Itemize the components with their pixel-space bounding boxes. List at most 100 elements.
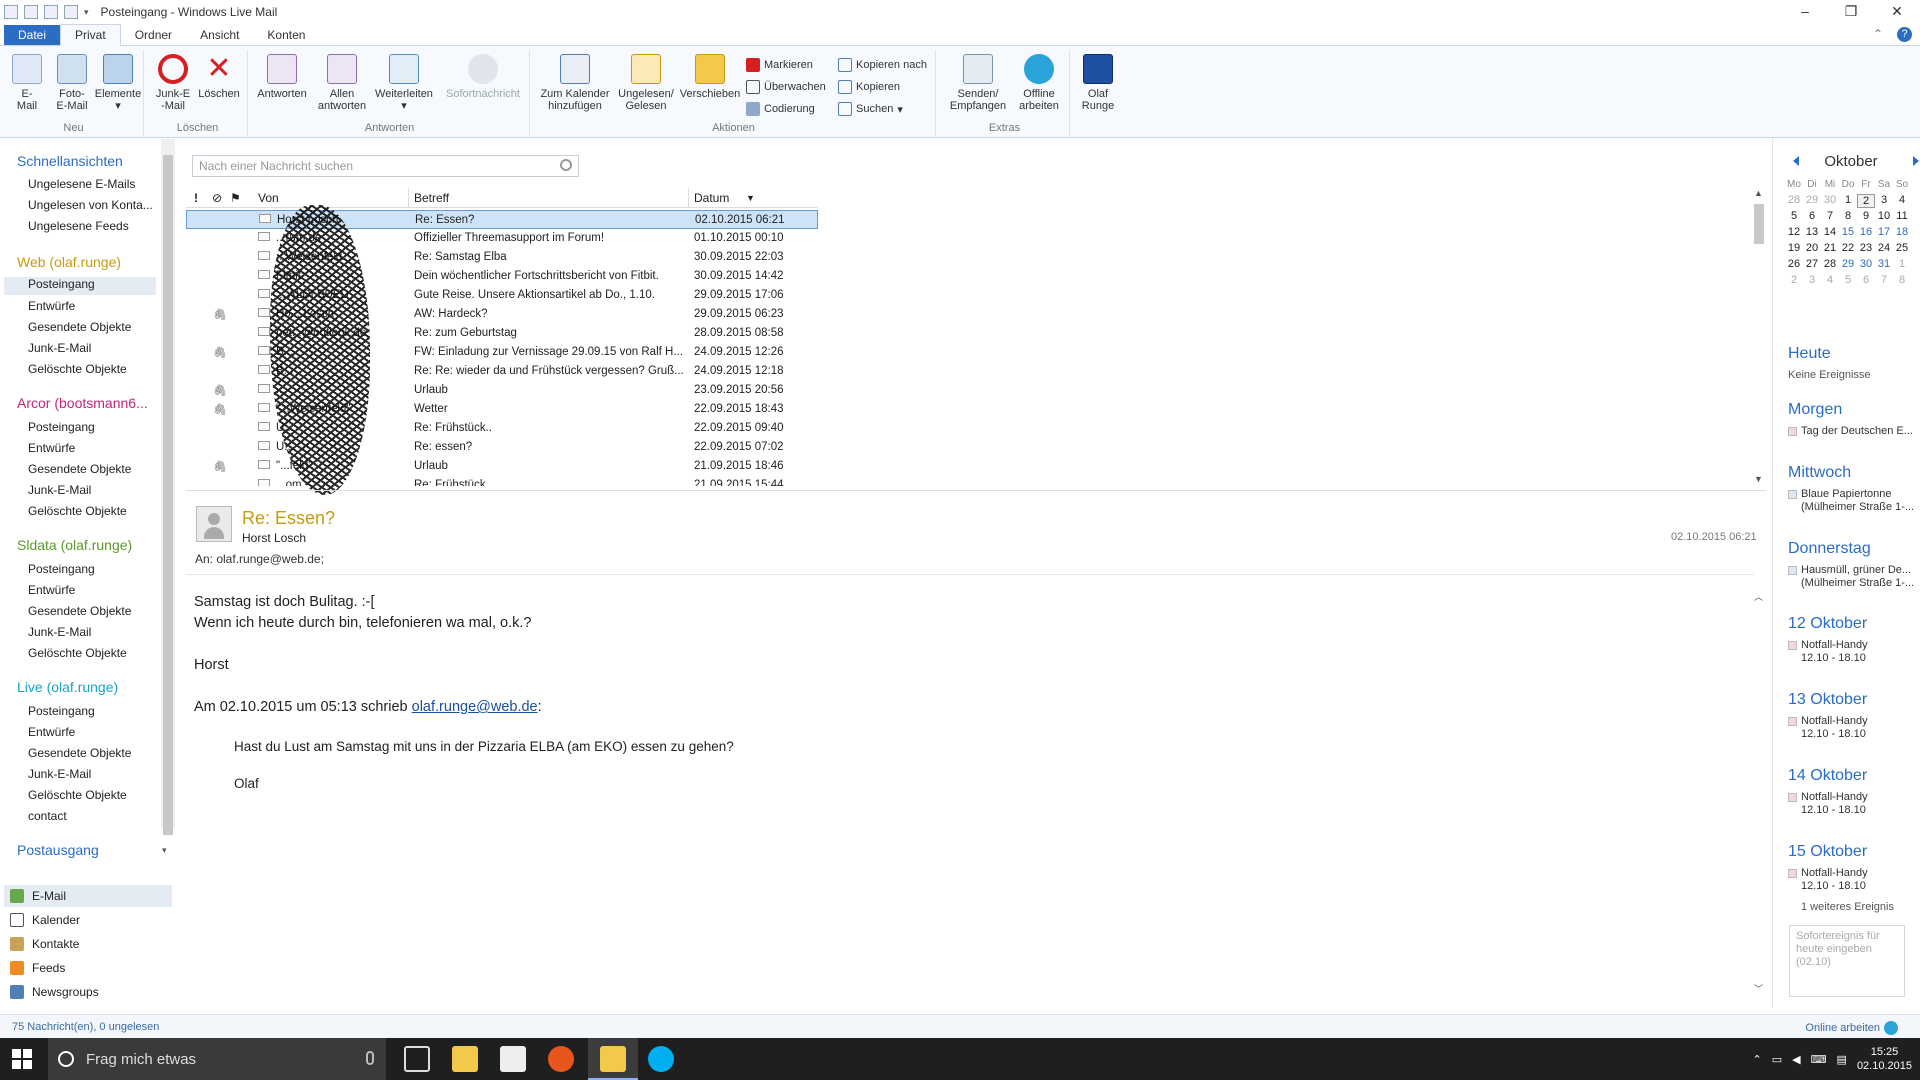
outbox-header[interactable]: Postausgang (17, 842, 99, 858)
nav-contacts[interactable]: Kontakte (4, 933, 172, 955)
table-row[interactable]: Horst LoschRe: Essen?02.10.2015 06:21 (186, 210, 818, 229)
account-arcor[interactable]: Arcor (bootsmann6... (17, 395, 148, 411)
search-dropdown-button[interactable]: Suchen ▾ (838, 102, 903, 116)
calendar-day[interactable]: 30 (1857, 258, 1875, 270)
folder-live-drafts[interactable]: Entwürfe (28, 725, 75, 739)
calendar-day[interactable]: 6 (1857, 274, 1875, 286)
calendar-day[interactable]: 5 (1839, 274, 1857, 286)
calendar-day[interactable]: 28 (1785, 194, 1803, 206)
table-row[interactable]: 🖇"...feld"Urlaub21.09.2015 18:46 (186, 457, 818, 476)
folder-web-drafts[interactable]: Entwürfe (28, 299, 75, 313)
column-date[interactable]: Datum (694, 191, 729, 205)
quote-email-link[interactable]: olaf.runge@web.de (412, 699, 538, 715)
scroll-up-icon[interactable]: ︿ (1754, 590, 1763, 603)
nav-calendar[interactable]: Kalender (4, 909, 172, 931)
file-explorer-icon[interactable] (452, 1046, 478, 1072)
help-icon[interactable]: ? (1897, 27, 1912, 42)
folder-unread-emails[interactable]: Ungelesene E-Mails (28, 177, 135, 191)
folder-sldata-sent[interactable]: Gesendete Objekte (28, 604, 131, 618)
calendar-day[interactable]: 7 (1821, 210, 1839, 222)
calendar-day[interactable]: 23 (1857, 242, 1875, 254)
sort-descending-icon[interactable]: ▼ (746, 193, 755, 203)
calendar-day[interactable]: 26 (1785, 258, 1803, 270)
folder-live-contact[interactable]: contact (28, 809, 67, 823)
quick-views-header[interactable]: Schnellansichten (17, 153, 123, 169)
calendar-day[interactable]: 3 (1803, 274, 1821, 286)
table-row[interactable]: U...Re: essen?22.09.2015 07:02 (186, 438, 818, 457)
account-button[interactable]: Olaf Runge (1076, 54, 1120, 112)
volume-icon[interactable]: ◀ (1792, 1053, 1800, 1066)
folder-live-junk[interactable]: Junk-E-Mail (28, 767, 91, 781)
folder-unread-contacts[interactable]: Ungelesen von Konta... (28, 198, 153, 212)
agenda-event[interactable]: Tag der Deutschen E... (1788, 425, 1913, 438)
reply-icon[interactable] (44, 5, 58, 19)
photo-email-button[interactable]: Foto- E-Mail (52, 54, 92, 112)
tab-datei[interactable]: Datei (4, 25, 61, 45)
nav-email[interactable]: E-Mail (4, 885, 172, 907)
items-button[interactable]: Elemente ▾ (94, 54, 142, 112)
close-button[interactable]: ✕ (1874, 0, 1920, 24)
send-receive-icon[interactable] (64, 5, 78, 19)
calendar-day[interactable]: 13 (1803, 226, 1821, 238)
scrollbar-thumb[interactable] (1754, 204, 1764, 244)
folder-live-sent[interactable]: Gesendete Objekte (28, 746, 131, 760)
column-flag[interactable]: ⚑ (230, 191, 241, 205)
folder-sldata-drafts[interactable]: Entwürfe (28, 583, 75, 597)
keyboard-icon[interactable]: ⌨ (1811, 1053, 1827, 1066)
instant-message-button[interactable]: Sofortnachricht (440, 54, 526, 100)
calendar-day[interactable]: 21 (1821, 242, 1839, 254)
agenda-event[interactable]: Notfall-Handy 12.10 - 18.10 (1788, 715, 1868, 741)
folder-sldata-deleted[interactable]: Gelöschte Objekte (28, 646, 127, 660)
folder-web-sent[interactable]: Gesendete Objekte (28, 320, 131, 334)
folder-live-inbox[interactable]: Posteingang (28, 704, 95, 718)
calendar-day[interactable]: 22 (1839, 242, 1857, 254)
calendar-day[interactable]: 8 (1839, 210, 1857, 222)
folder-web-junk[interactable]: Junk-E-Mail (28, 341, 91, 355)
message-sender[interactable]: Horst Losch (242, 531, 306, 545)
calendar-day[interactable]: 2 (1785, 274, 1803, 286)
folder-arcor-junk[interactable]: Junk-E-Mail (28, 483, 91, 497)
network-icon[interactable]: ▭ (1772, 1053, 1782, 1066)
calendar-day[interactable]: 20 (1803, 242, 1821, 254)
agenda-event[interactable]: Hausmüll, grüner De... (Mülheimer Straße … (1788, 564, 1914, 590)
agenda-event[interactable]: Notfall-Handy 12.10 - 18.10 (1788, 639, 1868, 665)
folder-arcor-drafts[interactable]: Entwürfe (28, 441, 75, 455)
notifications-icon[interactable]: ▤ (1837, 1053, 1847, 1066)
tab-konten[interactable]: Konten (253, 25, 319, 45)
calendar-day[interactable]: 1 (1839, 194, 1857, 206)
task-view-icon[interactable] (404, 1046, 430, 1072)
calendar-day[interactable]: 9 (1857, 210, 1875, 222)
reply-all-button[interactable]: Allen antworten (312, 54, 372, 112)
unread-read-button[interactable]: Ungelesen/ Gelesen (614, 54, 678, 112)
copy-to-button[interactable]: Kopieren nach (838, 58, 927, 72)
new-email-button[interactable]: E- Mail (10, 54, 44, 112)
calendar-day[interactable]: 10 (1875, 210, 1893, 222)
calendar-day[interactable]: 29 (1839, 258, 1857, 270)
folder-sldata-junk[interactable]: Junk-E-Mail (28, 625, 91, 639)
start-button[interactable] (12, 1049, 32, 1069)
folder-arcor-deleted[interactable]: Gelöschte Objekte (28, 504, 127, 518)
calendar-day[interactable]: 29 (1803, 194, 1821, 206)
folder-unread-feeds[interactable]: Ungelesene Feeds (28, 219, 129, 233)
folder-sldata-inbox[interactable]: Posteingang (28, 562, 95, 576)
add-to-calendar-button[interactable]: Zum Kalender hinzufügen (536, 54, 614, 112)
new-mail-icon[interactable] (24, 5, 38, 19)
calendar-day[interactable]: 28 (1821, 258, 1839, 270)
clock[interactable]: 15:25 02.10.2015 (1857, 1045, 1912, 1073)
tab-privat[interactable]: Privat (60, 24, 121, 46)
calendar-day[interactable]: 6 (1803, 210, 1821, 222)
nav-feeds[interactable]: Feeds (4, 957, 172, 979)
agenda-event[interactable]: Blaue Papiertonne (Mülheimer Straße 1-... (1788, 488, 1914, 514)
agenda-event[interactable]: Notfall-Handy 12.10 - 18.10 (1788, 867, 1868, 893)
calendar-day[interactable]: 30 (1821, 194, 1839, 206)
folder-pane-scrollbar[interactable] (161, 139, 175, 835)
ribbon-collapse-icon[interactable]: ⌃ (1873, 27, 1883, 42)
previous-month-icon[interactable] (1793, 156, 1799, 166)
firefox-icon[interactable] (548, 1046, 574, 1072)
calendar-day[interactable]: 11 (1893, 210, 1911, 222)
calendar-day[interactable]: 18 (1893, 226, 1911, 238)
junk-button[interactable]: Junk-E -Mail (152, 54, 194, 112)
scroll-down-icon[interactable]: ▼ (1754, 474, 1763, 484)
tab-ansicht[interactable]: Ansicht (186, 25, 253, 45)
cortana-search[interactable]: Frag mich etwas (48, 1038, 386, 1080)
